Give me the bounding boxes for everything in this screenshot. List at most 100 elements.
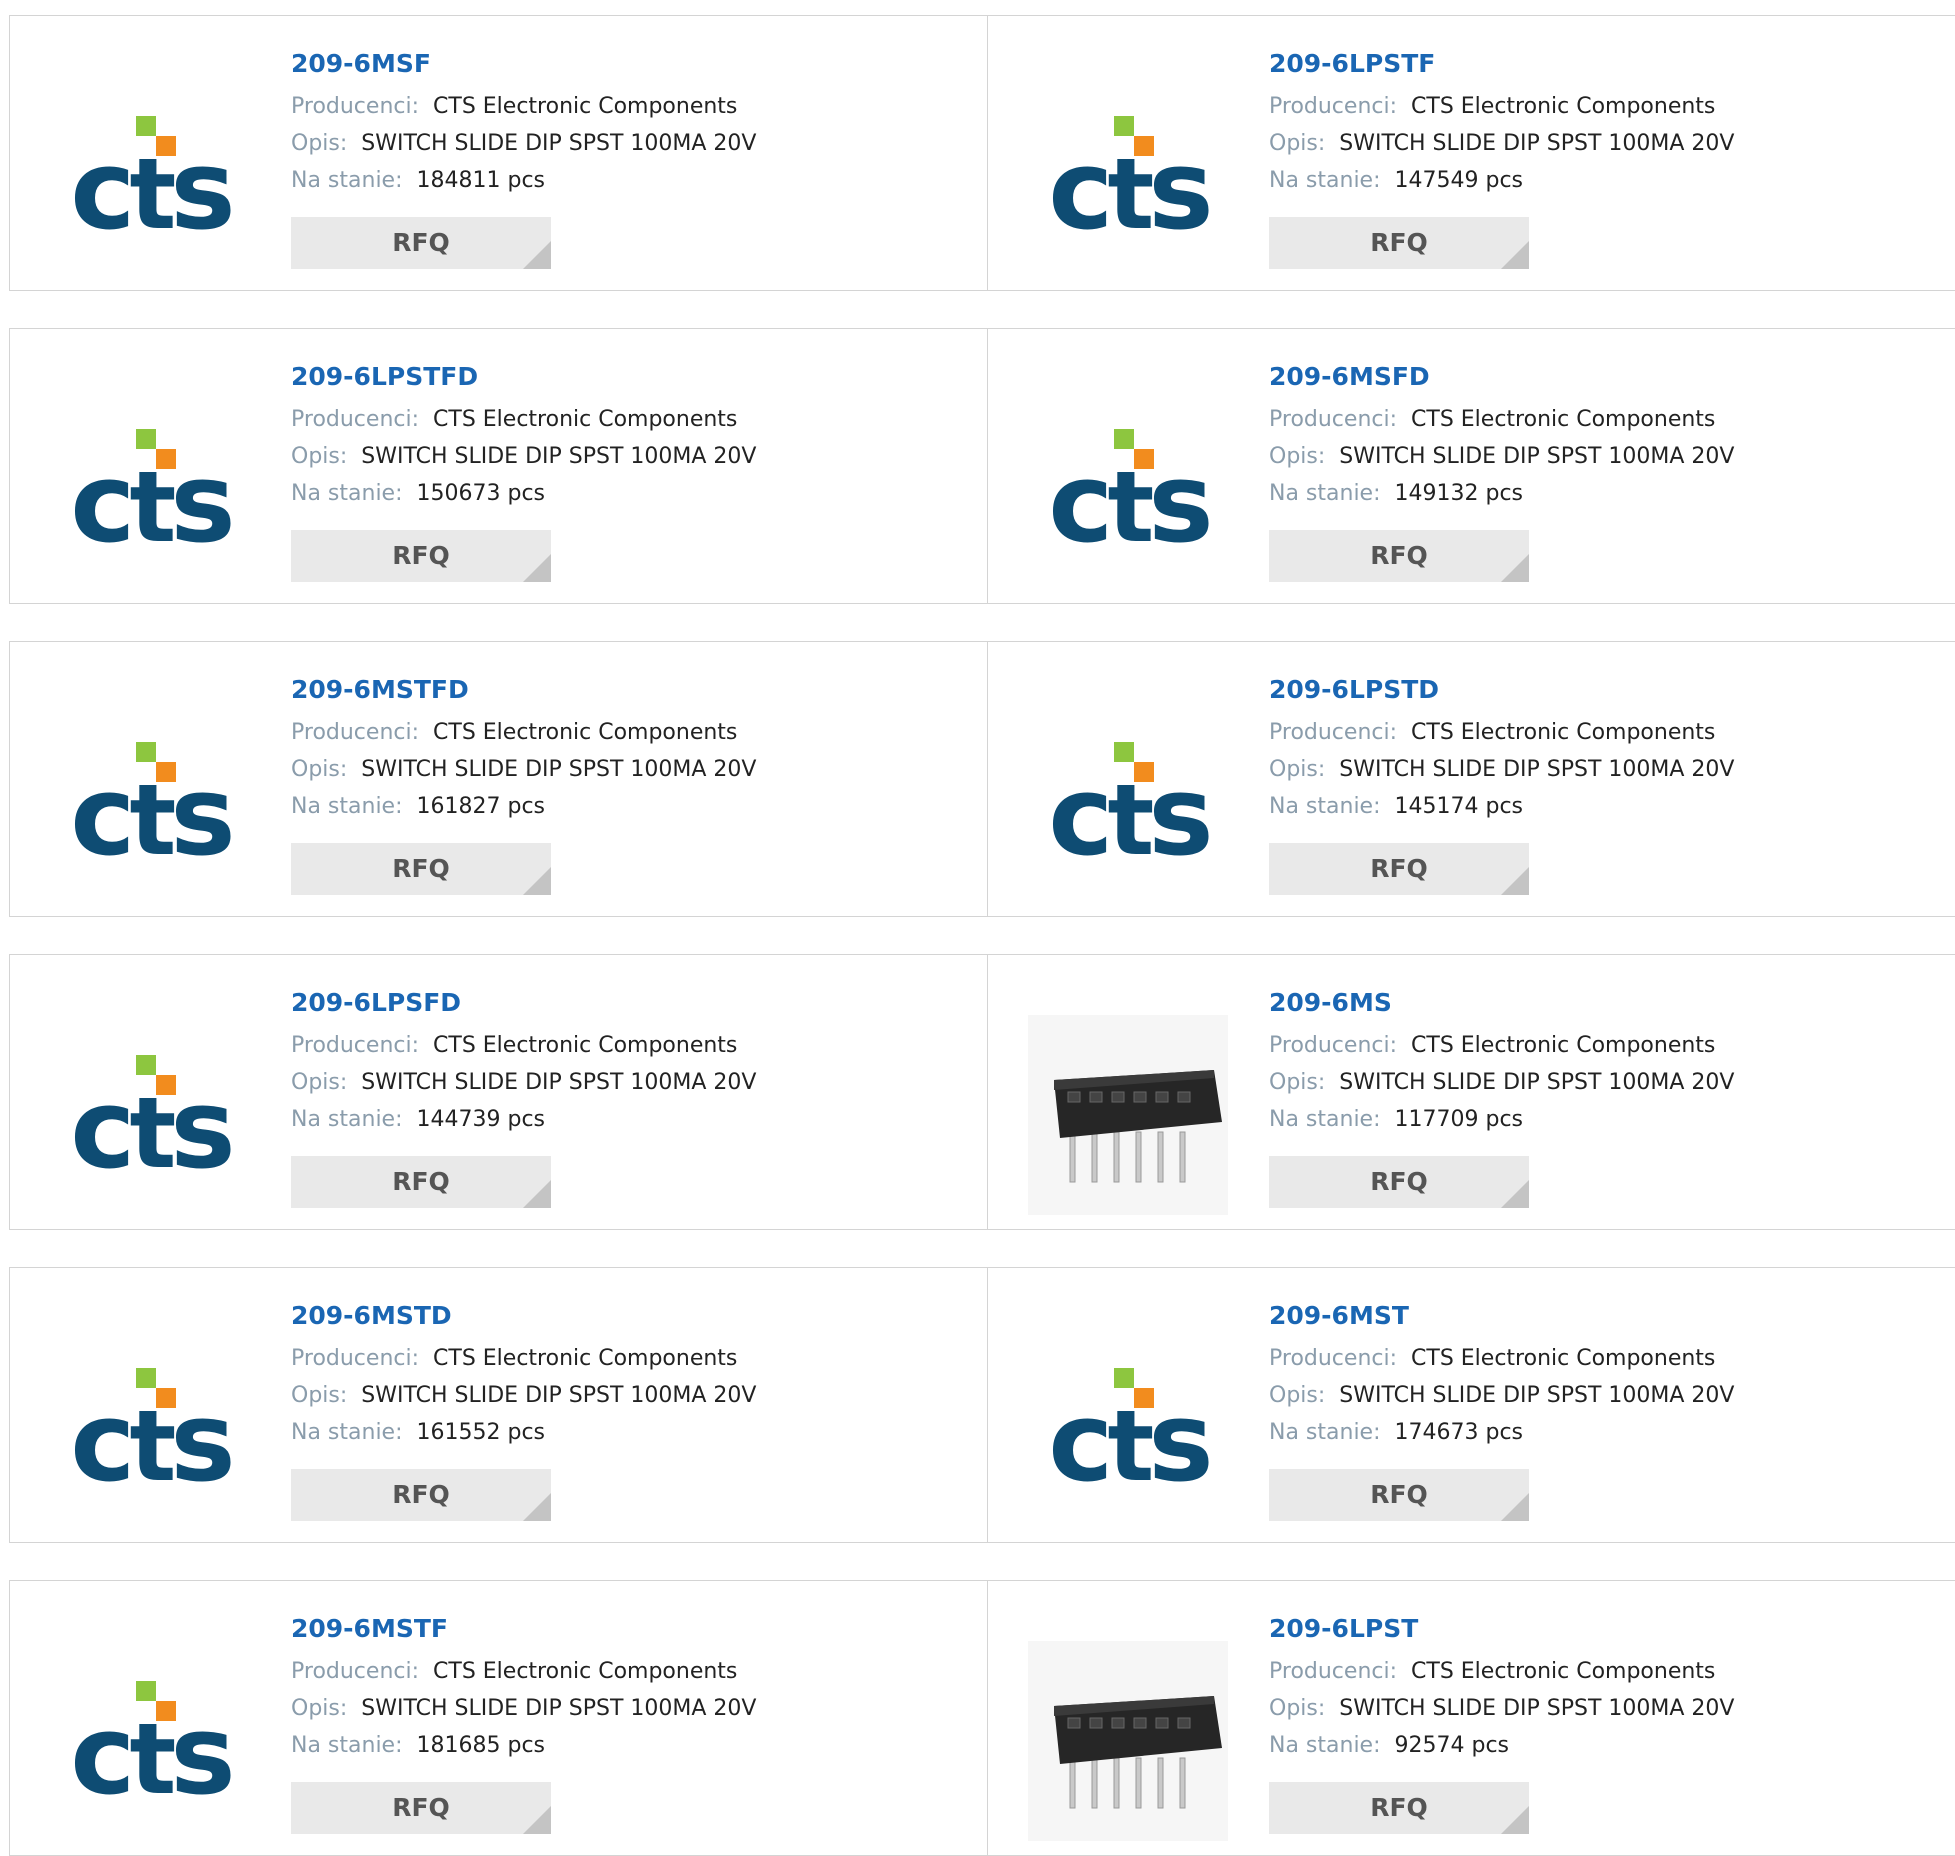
description-row: Opis: SWITCH SLIDE DIP SPST 100MA 20V [291,1064,756,1101]
cts-logo[interactable]: cts [50,702,250,902]
manufacturer-row: Producenci: CTS Electronic Components [1269,1027,1734,1064]
manufacturer-value: CTS Electronic Components [433,1033,738,1058]
rfq-button[interactable]: RFQ [291,1156,551,1208]
description-value: SWITCH SLIDE DIP SPST 100MA 20V [361,757,757,782]
description-label: Opis: [1269,131,1326,156]
rfq-button[interactable]: RFQ [291,217,551,269]
rfq-button[interactable]: RFQ [1269,530,1529,582]
description-row: Opis: SWITCH SLIDE DIP SPST 100MA 20V [1269,125,1734,162]
description-label: Opis: [291,1696,348,1721]
stock-value: 147549 pcs [1394,168,1524,193]
stock-row: Na stanie: 117709 pcs [1269,1101,1734,1138]
manufacturer-row: Producenci: CTS Electronic Components [291,1027,756,1064]
rfq-button[interactable]: RFQ [1269,217,1529,269]
part-number-link[interactable]: 209-6LPSTF [1269,48,1734,88]
description-label: Opis: [1269,444,1326,469]
manufacturer-label: Producenci: [1269,720,1398,745]
rfq-label: RFQ [392,1167,450,1196]
manufacturer-label: Producenci: [1269,407,1398,432]
part-number-link[interactable]: 209-6LPSTFD [291,361,756,401]
rfq-button[interactable]: RFQ [291,530,551,582]
description-row: Opis: SWITCH SLIDE DIP SPST 100MA 20V [1269,751,1734,788]
rfq-button[interactable]: RFQ [291,1782,551,1834]
rfq-button[interactable]: RFQ [1269,843,1529,895]
product-image-dip-switch[interactable] [1028,1641,1228,1841]
cts-logo[interactable]: cts [1028,389,1228,589]
description-row: Opis: SWITCH SLIDE DIP SPST 100MA 20V [291,1377,756,1414]
product-card: cts 209-6MSTF Producenci: CTS Electronic … [9,1580,989,1856]
rfq-button[interactable]: RFQ [291,1469,551,1521]
product-card: cts 209-6LPSTFD Producenci: CTS Electroni… [9,328,989,604]
manufacturer-row: Producenci: CTS Electronic Components [291,401,756,438]
stock-label: Na stanie: [291,794,403,819]
description-row: Opis: SWITCH SLIDE DIP SPST 100MA 20V [291,125,756,162]
manufacturer-value: CTS Electronic Components [1411,1659,1716,1684]
stock-value: 145174 pcs [1394,794,1524,819]
description-value: SWITCH SLIDE DIP SPST 100MA 20V [361,1383,757,1408]
cts-logo[interactable]: cts [50,76,250,276]
corner-triangle-icon [1501,241,1529,269]
corner-triangle-icon [523,867,551,895]
manufacturer-label: Producenci: [1269,1033,1398,1058]
stock-row: Na stanie: 147549 pcs [1269,162,1734,199]
manufacturer-value: CTS Electronic Components [433,94,738,119]
manufacturer-row: Producenci: CTS Electronic Components [291,88,756,125]
rfq-label: RFQ [1370,1793,1428,1822]
svg-text:cts: cts [70,126,231,236]
product-card: cts 209-6MSF Producenci: CTS Electronic C… [9,15,989,291]
cts-logo[interactable]: cts [1028,1328,1228,1528]
cts-logo[interactable]: cts [1028,702,1228,902]
manufacturer-label: Producenci: [291,1659,420,1684]
part-number-link[interactable]: 209-6MSFD [1269,361,1734,401]
stock-label: Na stanie: [291,1420,403,1445]
svg-text:cts: cts [70,752,231,862]
product-card: cts 209-6LPSTD Producenci: CTS Electronic… [987,641,1955,917]
stock-label: Na stanie: [1269,168,1381,193]
manufacturer-label: Producenci: [291,1346,420,1371]
description-label: Opis: [291,757,348,782]
stock-label: Na stanie: [1269,1733,1381,1758]
stock-row: Na stanie: 174673 pcs [1269,1414,1734,1451]
part-number-link[interactable]: 209-6MSTF [291,1613,756,1653]
description-value: SWITCH SLIDE DIP SPST 100MA 20V [361,131,757,156]
cts-logo[interactable]: cts [50,389,250,589]
manufacturer-label: Producenci: [291,407,420,432]
stock-label: Na stanie: [1269,794,1381,819]
corner-triangle-icon [523,1806,551,1834]
rfq-button[interactable]: RFQ [1269,1469,1529,1521]
manufacturer-row: Producenci: CTS Electronic Components [291,1340,756,1377]
rfq-button[interactable]: RFQ [291,843,551,895]
rfq-label: RFQ [392,1480,450,1509]
description-row: Opis: SWITCH SLIDE DIP SPST 100MA 20V [1269,1377,1734,1414]
part-number-link[interactable]: 209-6MS [1269,987,1734,1027]
rfq-button[interactable]: RFQ [1269,1156,1529,1208]
part-number-link[interactable]: 209-6LPST [1269,1613,1734,1653]
cts-logo[interactable]: cts [1028,76,1228,276]
corner-triangle-icon [523,554,551,582]
description-value: SWITCH SLIDE DIP SPST 100MA 20V [361,1696,757,1721]
part-number-link[interactable]: 209-6LPSFD [291,987,756,1027]
part-number-link[interactable]: 209-6MSTFD [291,674,756,714]
part-number-link[interactable]: 209-6MSF [291,48,756,88]
cts-logo[interactable]: cts [50,1328,250,1528]
description-label: Opis: [291,1383,348,1408]
rfq-button[interactable]: RFQ [1269,1782,1529,1834]
cts-logo[interactable]: cts [50,1015,250,1215]
svg-text:cts: cts [1048,752,1209,862]
manufacturer-label: Producenci: [1269,1659,1398,1684]
rfq-label: RFQ [392,1793,450,1822]
cts-logo[interactable]: cts [50,1641,250,1841]
rfq-label: RFQ [1370,1480,1428,1509]
part-number-link[interactable]: 209-6LPSTD [1269,674,1734,714]
product-image-dip-switch[interactable] [1028,1015,1228,1215]
part-number-link[interactable]: 209-6MST [1269,1300,1734,1340]
manufacturer-value: CTS Electronic Components [1411,720,1716,745]
rfq-label: RFQ [392,854,450,883]
manufacturer-label: Producenci: [1269,94,1398,119]
stock-label: Na stanie: [291,168,403,193]
rfq-label: RFQ [392,228,450,257]
manufacturer-value: CTS Electronic Components [433,1346,738,1371]
product-card: 209-6LPST Producenci: CTS Electronic Comp… [987,1580,1955,1856]
description-value: SWITCH SLIDE DIP SPST 100MA 20V [1339,1383,1735,1408]
part-number-link[interactable]: 209-6MSTD [291,1300,756,1340]
